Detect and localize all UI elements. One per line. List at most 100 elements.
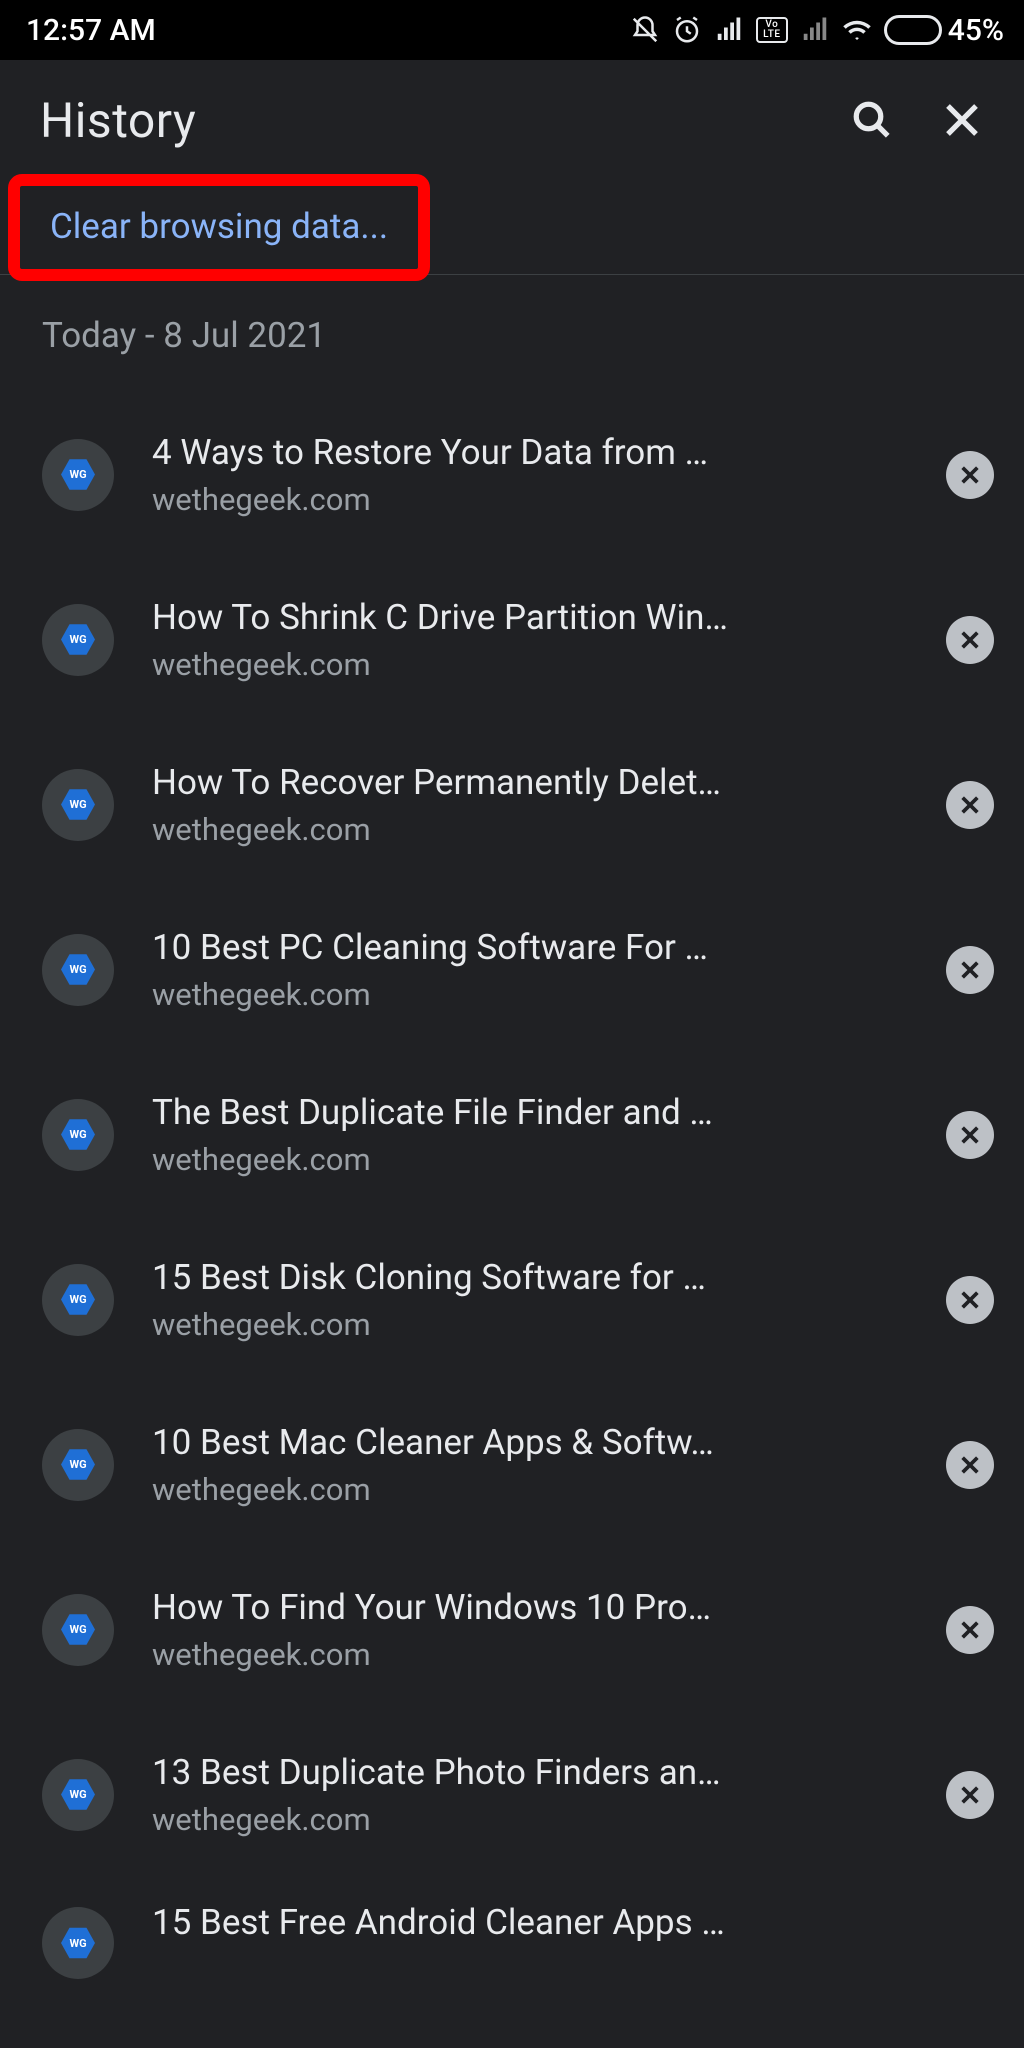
history-item-title: 10 Best PC Cleaning Software For … [152, 926, 908, 970]
delete-history-item-button[interactable] [946, 1111, 994, 1159]
history-item-title: 15 Best Free Android Cleaner Apps … [152, 1901, 908, 1945]
history-item-text: 4 Ways to Restore Your Data from … wethe… [152, 431, 908, 518]
favicon-hex-icon: WG [61, 458, 95, 492]
history-item[interactable]: WG 13 Best Duplicate Photo Finders an… w… [0, 1712, 1024, 1877]
page-title: History [40, 92, 822, 149]
close-icon [959, 1784, 981, 1806]
delete-history-item-button[interactable] [946, 1276, 994, 1324]
favicon-hex-icon: WG [61, 1283, 95, 1317]
volte-icon: VoLTE [756, 17, 788, 43]
history-item-text: 13 Best Duplicate Photo Finders an… weth… [152, 1751, 908, 1838]
favicon-hex-icon: WG [61, 953, 95, 987]
history-item-text: 15 Best Disk Cloning Software for … weth… [152, 1256, 908, 1343]
close-icon [959, 629, 981, 651]
favicon-hex-icon: WG [61, 788, 95, 822]
close-icon [959, 464, 981, 486]
history-item-text: How To Find Your Windows 10 Pro… wethege… [152, 1586, 908, 1673]
history-item-domain: wethegeek.com [152, 1471, 908, 1508]
battery-percent: 45% [948, 13, 1004, 48]
history-item-title: 10 Best Mac Cleaner Apps & Softw… [152, 1421, 908, 1465]
history-item-domain: wethegeek.com [152, 1801, 908, 1838]
search-button[interactable] [832, 80, 912, 160]
history-item[interactable]: WG 15 Best Free Android Cleaner Apps … [0, 1877, 1024, 1979]
clear-browsing-data-link[interactable]: Clear browsing data... [50, 206, 388, 247]
history-item-title: 4 Ways to Restore Your Data from … [152, 431, 908, 475]
favicon-hex-icon: WG [61, 1778, 95, 1812]
favicon-hex-icon: WG [61, 1926, 95, 1960]
close-icon [959, 1289, 981, 1311]
wifi-icon [842, 15, 872, 45]
history-item-title: 15 Best Disk Cloning Software for … [152, 1256, 908, 1300]
search-icon [851, 99, 893, 141]
history-item-domain: wethegeek.com [152, 1141, 908, 1178]
favicon-hex-icon: WG [61, 1613, 95, 1647]
delete-history-item-button[interactable] [946, 946, 994, 994]
history-item-domain: wethegeek.com [152, 976, 908, 1013]
close-icon [959, 959, 981, 981]
history-item-domain: wethegeek.com [152, 1306, 908, 1343]
history-item-text: How To Shrink C Drive Partition Win… wet… [152, 596, 908, 683]
status-time: 12:57 AM [26, 13, 156, 48]
history-item-domain: wethegeek.com [152, 646, 908, 683]
history-item[interactable]: WG How To Shrink C Drive Partition Win… … [0, 557, 1024, 722]
app-header: History [0, 60, 1024, 180]
history-item-title: How To Find Your Windows 10 Pro… [152, 1586, 908, 1630]
history-item-domain: wethegeek.com [152, 481, 908, 518]
delete-history-item-button[interactable] [946, 1441, 994, 1489]
favicon-hex-icon: WG [61, 1448, 95, 1482]
alarm-icon [672, 15, 702, 45]
history-item-text: 10 Best Mac Cleaner Apps & Softw… wetheg… [152, 1421, 908, 1508]
history-content: Today - 8 Jul 2021 WG 4 Ways to Restore … [0, 275, 1024, 2048]
close-icon [959, 794, 981, 816]
history-item[interactable]: WG How To Find Your Windows 10 Pro… weth… [0, 1547, 1024, 1712]
history-item-domain: wethegeek.com [152, 1636, 908, 1673]
history-item-text: 10 Best PC Cleaning Software For … wethe… [152, 926, 908, 1013]
history-item-text: 15 Best Free Android Cleaner Apps … [152, 1901, 908, 1951]
history-item[interactable]: WG How To Recover Permanently Delet… wet… [0, 722, 1024, 887]
close-icon [959, 1454, 981, 1476]
signal-full-icon [714, 15, 744, 45]
history-item[interactable]: WG The Best Duplicate File Finder and … … [0, 1052, 1024, 1217]
delete-history-item-button[interactable] [946, 616, 994, 664]
battery-icon [884, 15, 942, 45]
battery-indicator: 45% [884, 13, 1004, 48]
delete-history-item-button[interactable] [946, 451, 994, 499]
favicon: WG [42, 439, 114, 511]
status-icons: VoLTE 45% [630, 13, 1004, 48]
delete-history-item-button[interactable] [946, 1606, 994, 1654]
favicon-hex-icon: WG [61, 1118, 95, 1152]
delete-history-item-button[interactable] [946, 1771, 994, 1819]
favicon: WG [42, 1099, 114, 1171]
history-item[interactable]: WG 4 Ways to Restore Your Data from … we… [0, 392, 1024, 557]
bell-off-icon [630, 15, 660, 45]
history-item-text: The Best Duplicate File Finder and … wet… [152, 1091, 908, 1178]
close-icon [941, 99, 983, 141]
favicon: WG [42, 1907, 114, 1979]
favicon: WG [42, 1429, 114, 1501]
signal-dim-icon [800, 15, 830, 45]
history-item-title: How To Shrink C Drive Partition Win… [152, 596, 908, 640]
date-header: Today - 8 Jul 2021 [0, 315, 1024, 392]
history-list: WG 4 Ways to Restore Your Data from … we… [0, 392, 1024, 1979]
history-item-domain: wethegeek.com [152, 811, 908, 848]
status-bar: 12:57 AM VoLTE 45% [0, 0, 1024, 60]
close-icon [959, 1124, 981, 1146]
favicon: WG [42, 1594, 114, 1666]
favicon-hex-icon: WG [61, 623, 95, 657]
history-item[interactable]: WG 10 Best Mac Cleaner Apps & Softw… wet… [0, 1382, 1024, 1547]
history-item[interactable]: WG 15 Best Disk Cloning Software for … w… [0, 1217, 1024, 1382]
favicon: WG [42, 934, 114, 1006]
clear-browsing-highlight: Clear browsing data... [8, 174, 430, 281]
favicon: WG [42, 1759, 114, 1831]
history-item[interactable]: WG 10 Best PC Cleaning Software For … we… [0, 887, 1024, 1052]
clear-browsing-row: Clear browsing data... [0, 180, 1024, 275]
close-button[interactable] [922, 80, 1002, 160]
history-item-text: How To Recover Permanently Delet… wetheg… [152, 761, 908, 848]
history-item-title: 13 Best Duplicate Photo Finders an… [152, 1751, 908, 1795]
history-item-title: The Best Duplicate File Finder and … [152, 1091, 908, 1135]
close-icon [959, 1619, 981, 1641]
favicon: WG [42, 1264, 114, 1336]
favicon: WG [42, 769, 114, 841]
history-item-title: How To Recover Permanently Delet… [152, 761, 908, 805]
delete-history-item-button[interactable] [946, 781, 994, 829]
